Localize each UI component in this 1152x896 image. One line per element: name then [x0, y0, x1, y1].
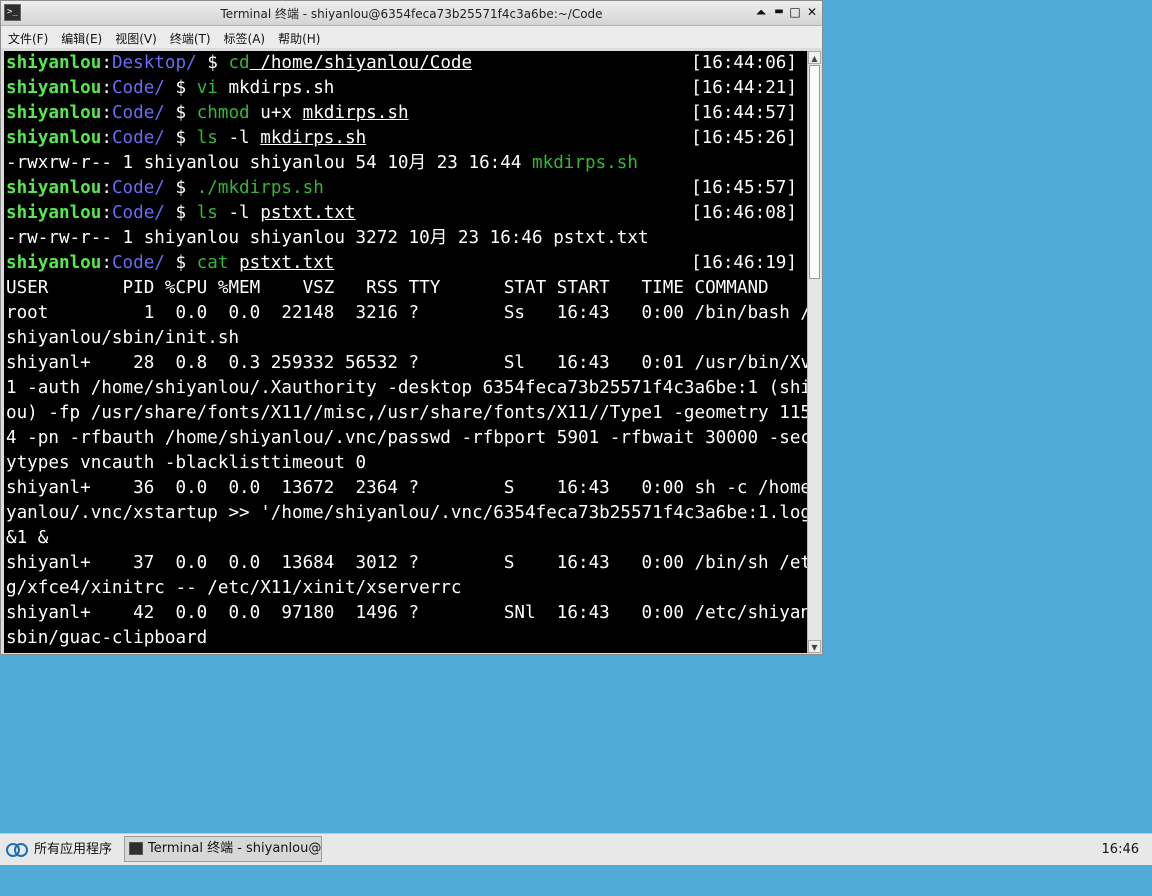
terminal-window[interactable]: >_ Terminal 终端 - shiyanlou@6354feca73b25…: [0, 0, 823, 655]
window-titlebar[interactable]: >_ Terminal 终端 - shiyanlou@6354feca73b25…: [1, 1, 822, 26]
applications-menu-label: 所有应用程序: [34, 842, 113, 857]
prompt-timestamp: [16:46:19]: [691, 253, 797, 273]
clock[interactable]: 16:46: [1102, 842, 1139, 857]
menu-help[interactable]: 帮助(H): [271, 26, 326, 48]
ps-output-line: sbin/guac-clipboard: [6, 628, 208, 648]
taskbar-item-label: Terminal 终端 - shiyanlou@…: [148, 841, 322, 856]
prompt-line: shiyanlou:Code/ $ ls -l mkdirps.sh: [6, 128, 367, 148]
menu-terminal[interactable]: 终端(T): [163, 26, 217, 48]
menubar: 文件(F) 编辑(E) 视图(V) 终端(T) 标签(A) 帮助(H): [1, 26, 822, 48]
ps-output-line: 1 -auth /home/shiyanlou/.Xauthority -des…: [6, 378, 807, 398]
vertical-scrollbar[interactable]: ▲ ▼: [807, 51, 821, 653]
applications-menu-button[interactable]: 所有应用程序: [4, 837, 112, 863]
menu-view[interactable]: 视图(V): [108, 26, 163, 48]
prompt-line: shiyanlou:Code/ $ cat pstxt.txt: [6, 253, 335, 273]
ps-output-line: USER PID %CPU %MEM VSZ RSS TTY STAT STAR…: [6, 278, 769, 298]
taskbar-item-terminal[interactable]: Terminal 终端 - shiyanlou@…: [124, 836, 322, 862]
prompt-timestamp: [16:44:06]: [691, 53, 797, 73]
prompt-timestamp: [16:44:21]: [691, 78, 797, 98]
ps-output-line: &1 &: [6, 528, 49, 548]
window-title: Terminal 终端 - shiyanlou@6354feca73b25571…: [220, 7, 603, 21]
prompt-line: shiyanlou:Code/ $ vi mkdirps.sh: [6, 78, 335, 98]
ps-output-line: 4 -pn -rfbauth /home/shiyanlou/.vnc/pass…: [6, 428, 807, 448]
ps-output-line: shiyanl+ 37 0.0 0.0 13684 3012 ? S 16:43…: [6, 553, 807, 573]
maximize-button[interactable]: □: [787, 4, 803, 20]
prompt-timestamp: [16:46:08]: [691, 203, 797, 223]
menu-tabs[interactable]: 标签(A): [217, 26, 272, 48]
ps-output-line: shiyanl+ 36 0.0 0.0 13672 2364 ? S 16:43…: [6, 478, 807, 498]
terminal-output[interactable]: shiyanlou:Desktop/ $ cd /home/shiyanlou/…: [4, 51, 807, 653]
ps-output-line: shiyanl+ 42 0.0 0.0 97180 1496 ? SNl 16:…: [6, 603, 807, 623]
shade-button[interactable]: ⏶: [753, 4, 769, 20]
ps-output-line: ytypes vncauth -blacklisttimeout 0: [6, 453, 367, 473]
prompt-line: shiyanlou:Code/ $ chmod u+x mkdirps.sh: [6, 103, 409, 123]
command-output-line: -rw-rw-r-- 1 shiyanlou shiyanlou 3272 10…: [6, 228, 649, 248]
prompt-line: shiyanlou:Code/ $ ./mkdirps.sh: [6, 178, 324, 198]
close-button[interactable]: ✕: [804, 4, 820, 20]
scrollbar-thumb[interactable]: [809, 65, 820, 279]
menu-file[interactable]: 文件(F): [1, 26, 54, 48]
prompt-timestamp: [16:45:57]: [691, 178, 797, 198]
prompt-timestamp: [16:44:57]: [691, 103, 797, 123]
app-menu-logo-icon: [6, 843, 28, 857]
ps-output-line: ou) -fp /usr/share/fonts/X11//misc,/usr/…: [6, 403, 807, 423]
ps-output-line: g/xfce4/xinitrc -- /etc/X11/xinit/xserve…: [6, 578, 462, 598]
scroll-down-arrow-icon[interactable]: ▼: [808, 640, 821, 653]
ps-output-line: yanlou/.vnc/xstartup >> '/home/shiyanlou…: [6, 503, 807, 523]
ps-output-line: shiyanl+ 28 0.8 0.3 259332 56532 ? Sl 16…: [6, 353, 807, 373]
taskbar: 所有应用程序 Terminal 终端 - shiyanlou@… 16:46: [0, 833, 1152, 865]
command-output-line: -rwxrw-r-- 1 shiyanlou shiyanlou 54 10月 …: [6, 153, 638, 173]
prompt-line: shiyanlou:Code/ $ ls -l pstxt.txt: [6, 203, 356, 223]
terminal-icon: [129, 842, 143, 855]
scroll-up-arrow-icon[interactable]: ▲: [808, 51, 821, 64]
prompt-timestamp: [16:45:26]: [691, 128, 797, 148]
minimize-button[interactable]: ▬: [771, 4, 787, 20]
menu-edit[interactable]: 编辑(E): [54, 26, 108, 48]
prompt-line: shiyanlou:Desktop/ $ cd /home/shiyanlou/…: [6, 53, 473, 73]
ps-output-line: shiyanlou/sbin/init.sh: [6, 328, 240, 348]
ps-output-line: root 1 0.0 0.0 22148 3216 ? Ss 16:43 0:0…: [6, 303, 807, 323]
